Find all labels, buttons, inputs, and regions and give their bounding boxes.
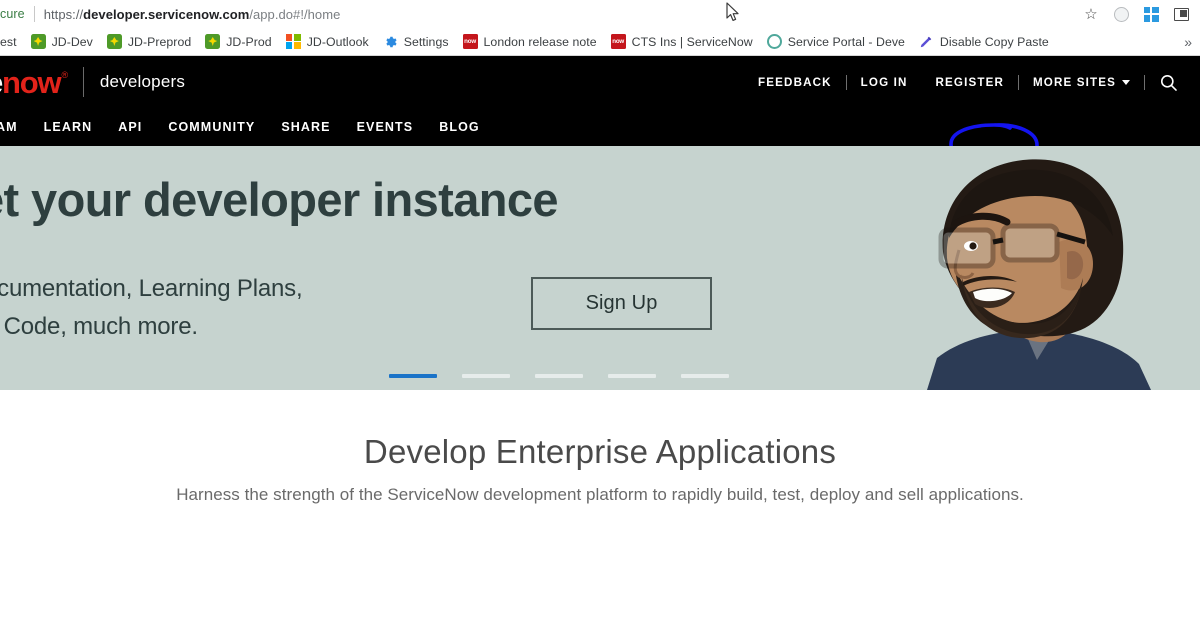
bookmark-item-jd-prod[interactable]: JD-Prod (198, 31, 278, 53)
carousel-dot-4[interactable] (608, 374, 656, 378)
bookmark-label: JD-Dev (51, 34, 93, 49)
hero-carousel-indicators (389, 374, 729, 378)
more-sites-dropdown[interactable]: MORE SITES (1019, 76, 1144, 89)
jd-green-icon (30, 34, 46, 49)
browser-address-bar[interactable]: cure https://developer.servicenow.com/ap… (0, 0, 1200, 28)
microsoft-icon (285, 34, 301, 49)
jd-green-icon (205, 34, 221, 49)
page-title: Develop Enterprise Applications (363, 433, 837, 470)
more-sites-label: MORE SITES (1032, 75, 1116, 89)
bookmark-label: est (0, 34, 17, 49)
bookmark-item-jd-outlook[interactable]: JD-Outlook (279, 31, 376, 53)
hero-photo (907, 146, 1200, 390)
bookmark-item[interactable]: est (0, 31, 24, 53)
bookmark-item-jd-preprod[interactable]: JD-Preprod (100, 31, 198, 53)
profile-circle-icon[interactable] (1106, 1, 1136, 27)
url-host: developer.servicenow.com (83, 6, 250, 22)
jd-green-icon (106, 34, 122, 49)
bookmark-item-jd-dev[interactable]: JD-Dev (24, 31, 100, 53)
gear-icon (383, 34, 398, 49)
carousel-dot-2[interactable] (462, 374, 510, 378)
carousel-dot-3[interactable] (535, 374, 583, 378)
nav-item-blog[interactable]: BLOG (426, 121, 493, 134)
bookmark-label: JD-Prod (226, 34, 272, 49)
register-link[interactable]: REGISTER (922, 76, 1018, 89)
cast-icon[interactable] (1166, 1, 1196, 27)
nav-item-api[interactable]: API (105, 121, 155, 134)
bookmarks-bar: est JD-Dev JD-Preprod JD-Prod JD-Outlook (0, 28, 1200, 56)
windows-squares (1143, 6, 1159, 22)
star-glyph: ☆ (1084, 5, 1098, 23)
address-bar-divider (33, 6, 35, 22)
bookmark-item-settings[interactable]: Settings (376, 31, 456, 53)
bookmark-label: Disable Copy Paste (939, 34, 1049, 49)
hero-title: et your developer instance (0, 173, 559, 226)
bookmark-label: CTS Ins | ServiceNow (631, 34, 753, 49)
hero-banner: et your developer instance ocumentation,… (0, 146, 1200, 390)
windows-icon[interactable] (1136, 1, 1166, 27)
purple-pen-icon (919, 34, 934, 49)
bookmark-star-icon[interactable]: ☆ (1076, 1, 1106, 27)
servicenow-now-icon: now (462, 34, 478, 49)
sign-up-button[interactable]: Sign Up (531, 277, 712, 330)
circle-glyph (1113, 6, 1129, 22)
bookmark-item-cts-ins[interactable]: now CTS Ins | ServiceNow (604, 31, 760, 53)
login-link[interactable]: LOG IN (847, 76, 922, 89)
address-bar-url[interactable]: https://developer.servicenow.com/app.do#… (44, 7, 341, 22)
logo-divider (82, 67, 84, 97)
carousel-dot-1[interactable] (389, 374, 437, 378)
register-highlight-annotation (949, 123, 1039, 146)
bookmarks-overflow-button[interactable]: » (1178, 28, 1198, 55)
url-path: /app.do#!/home (249, 6, 341, 22)
site-header: enow® developers AM LEARN API COMMUNITY … (0, 56, 1200, 146)
address-bar-icon-group: ☆ (1076, 0, 1196, 28)
logo-subtitle: developers (99, 72, 186, 91)
bookmark-label: London release note (483, 34, 597, 49)
servicenow-now-icon: now (610, 34, 626, 49)
carousel-dot-5[interactable] (681, 374, 729, 378)
feedback-link[interactable]: FEEDBACK (744, 76, 846, 89)
nav-item-share[interactable]: SHARE (268, 121, 343, 134)
bookmark-label: JD-Preprod (127, 34, 192, 49)
main-content-section: Develop Enterprise Applications Harness … (0, 390, 1200, 630)
nav-item-learn[interactable]: LEARN (31, 121, 106, 134)
security-indicator-label: cure (0, 7, 25, 21)
nav-item-events[interactable]: EVENTS (344, 121, 427, 134)
cast-glyph (1173, 7, 1189, 21)
chevron-down-icon (1122, 79, 1130, 85)
hero-subtitle-line-2: e Code, much more. (0, 313, 198, 340)
nav-item-community[interactable]: COMMUNITY (155, 121, 268, 134)
site-logo[interactable]: enow® developers (0, 56, 185, 108)
main-navigation: AM LEARN API COMMUNITY SHARE EVENTS BLOG (0, 108, 493, 146)
page-subtext: Harness the strength of the ServiceNow d… (176, 485, 1024, 504)
hero-subtitle-line-1: ocumentation, Learning Plans, (0, 275, 303, 302)
url-scheme: https:// (43, 6, 84, 22)
nav-item-program[interactable]: AM (0, 121, 31, 134)
servicenow-logo-mark: enow® (0, 64, 68, 100)
browser-chrome: cure https://developer.servicenow.com/ap… (0, 0, 1200, 56)
search-icon[interactable] (1145, 73, 1182, 92)
bookmark-item-service-portal[interactable]: Service Portal - Deve (760, 31, 912, 53)
logo-text-red: now (2, 64, 62, 100)
bookmark-label: JD-Outlook (306, 34, 369, 49)
teal-ring-icon (766, 34, 782, 49)
bookmark-label: Service Portal - Deve (787, 34, 905, 49)
hero-text-block: et your developer instance ocumentation,… (0, 146, 760, 390)
bookmark-label: Settings (403, 34, 449, 49)
bookmark-item-disable-copy-paste[interactable]: Disable Copy Paste (912, 31, 1056, 53)
bookmark-item-london-release[interactable]: now London release note (456, 31, 604, 53)
utility-navigation: FEEDBACK LOG IN REGISTER MORE SITES (744, 56, 1182, 108)
logo-trademark-icon: ® (61, 69, 68, 80)
overflow-chevrons: » (1184, 34, 1192, 50)
